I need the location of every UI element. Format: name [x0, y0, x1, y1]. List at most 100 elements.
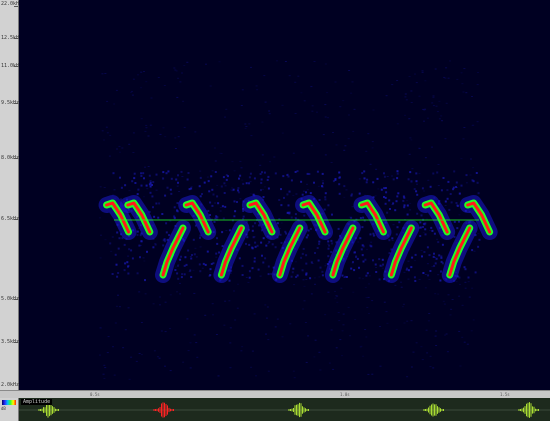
haze-pixel [199, 195, 202, 198]
time-ruler[interactable]: 0.5s 1.0s 1.5s [0, 390, 550, 398]
noise-pixel [113, 103, 116, 105]
noise-pixel [386, 322, 389, 324]
noise-pixel [310, 293, 313, 295]
noise-pixel [341, 355, 343, 357]
noise-pixel [421, 359, 424, 361]
noise-pixel [476, 84, 479, 86]
haze-pixel [305, 262, 308, 265]
noise-pixel [381, 267, 384, 269]
haze-pixel [381, 258, 384, 261]
noise-pixel [214, 160, 217, 162]
noise-pixel [250, 135, 253, 137]
haze-pixel [149, 191, 152, 194]
noise-pixel [432, 95, 435, 97]
haze-pixel [257, 268, 260, 271]
noise-pixel [458, 330, 461, 332]
noise-pixel [330, 329, 333, 331]
haze-pixel [375, 271, 378, 273]
haze-pixel [458, 192, 461, 195]
haze-pixel [224, 205, 227, 208]
haze-pixel [254, 245, 257, 248]
noise-pixel [256, 89, 259, 91]
noise-pixel [193, 334, 196, 336]
noise-pixel [247, 281, 250, 283]
haze-pixel [214, 171, 217, 173]
haze-pixel [323, 208, 326, 211]
noise-pixel [205, 63, 207, 65]
noise-pixel [317, 185, 320, 187]
noise-pixel [267, 370, 270, 372]
haze-pixel [372, 259, 374, 262]
haze-pixel [362, 216, 365, 219]
noise-pixel [383, 301, 386, 303]
noise-pixel [152, 303, 155, 305]
haze-pixel [253, 260, 256, 263]
haze-pixel [173, 216, 176, 219]
noise-pixel [341, 330, 344, 332]
haze-pixel [149, 182, 152, 184]
haze-pixel [177, 264, 179, 267]
freq-tick [14, 219, 18, 220]
noise-pixel [461, 304, 464, 306]
noise-pixel [415, 342, 418, 344]
waveform-panel[interactable]: dB Amplitude [0, 398, 550, 421]
haze-pixel [318, 240, 321, 243]
haze-pixel [476, 181, 479, 184]
noise-pixel [437, 274, 440, 276]
noise-pixel [322, 134, 325, 136]
haze-pixel [429, 185, 432, 188]
haze-pixel [251, 247, 254, 250]
noise-pixel [245, 126, 248, 127]
haze-pixel [301, 252, 304, 255]
noise-pixel [365, 297, 368, 299]
haze-pixel [478, 238, 481, 241]
haze-pixel [421, 255, 423, 258]
noise-pixel [157, 77, 160, 78]
haze-pixel [366, 178, 369, 181]
noise-pixel [442, 300, 445, 302]
haze-pixel [324, 196, 327, 199]
haze-pixel [136, 272, 139, 275]
noise-pixel [414, 73, 416, 75]
haze-pixel [334, 178, 337, 180]
haze-pixel [309, 192, 312, 195]
noise-pixel [418, 173, 421, 175]
haze-pixel [305, 254, 308, 257]
waveform-plot[interactable] [19, 398, 550, 421]
noise-pixel [108, 155, 111, 157]
noise-pixel [174, 69, 177, 71]
haze-pixel [424, 233, 427, 236]
noise-pixel [99, 217, 102, 219]
noise-pixel [189, 342, 192, 344]
noise-pixel [305, 361, 308, 363]
haze-pixel [274, 246, 277, 249]
noise-pixel [140, 87, 143, 89]
noise-pixel [369, 163, 372, 165]
haze-pixel [330, 251, 333, 254]
noise-pixel [219, 210, 222, 212]
haze-pixel [170, 192, 173, 195]
haze-pixel [199, 176, 202, 179]
noise-pixel [306, 189, 309, 191]
noise-pixel [310, 86, 313, 88]
haze-pixel [447, 180, 450, 183]
noise-pixel [443, 76, 446, 78]
haze-pixel [403, 204, 406, 207]
noise-pixel [418, 278, 421, 280]
haze-pixel [402, 199, 405, 202]
freq-tick [14, 299, 18, 300]
haze-pixel [164, 194, 167, 197]
noise-pixel [249, 181, 252, 183]
haze-pixel [290, 275, 293, 278]
haze-pixel [176, 202, 179, 205]
spectrogram-canvas[interactable] [19, 0, 550, 390]
noise-pixel [344, 145, 347, 147]
noise-pixel [190, 186, 193, 188]
noise-pixel [415, 82, 418, 84]
haze-pixel [263, 171, 266, 174]
haze-pixel [208, 190, 211, 193]
noise-pixel [324, 63, 327, 65]
noise-pixel [264, 101, 267, 103]
noise-pixel [104, 73, 107, 74]
noise-pixel [187, 350, 190, 352]
